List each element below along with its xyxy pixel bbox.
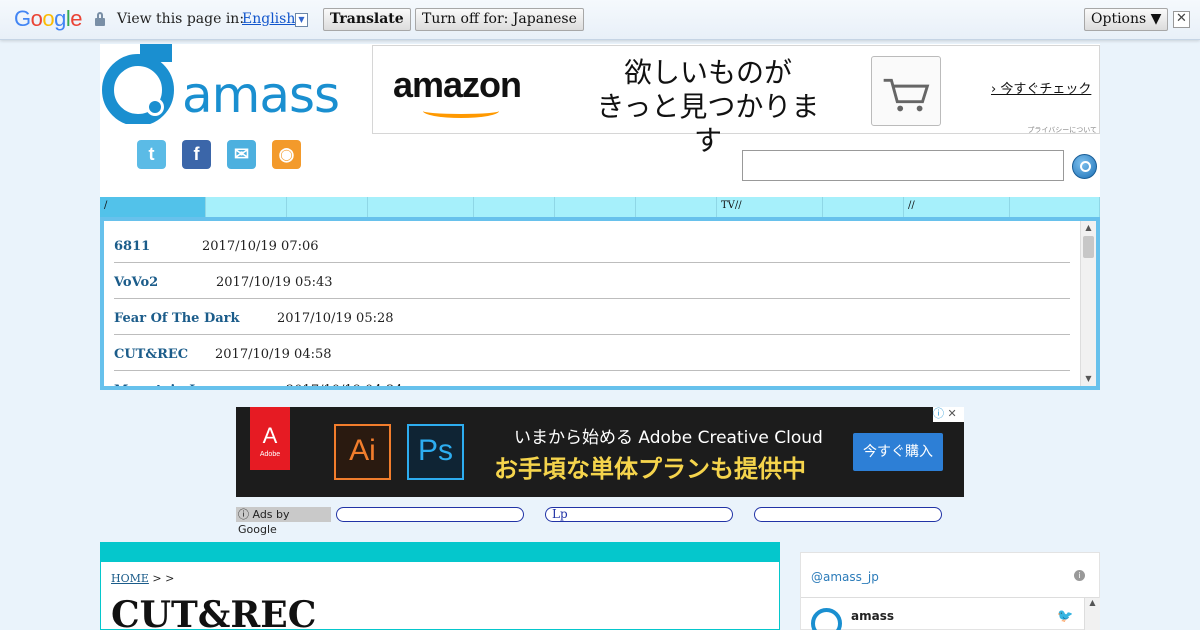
lock-icon <box>95 12 105 26</box>
options-button[interactable]: Options ▼ <box>1084 8 1169 31</box>
news-item[interactable]: Fear Of The Dark 2017/10/19 05:28 <box>114 299 1070 335</box>
article-panel: HOME > > CUT&REC <box>100 562 780 630</box>
news-scrollbar[interactable]: ▲ ▼ <box>1080 221 1096 386</box>
site-header: amass t f ✉ ◉ amazon 欲しいものが きっと見つかります › 今すぐ… <box>100 44 1100 390</box>
search-icon[interactable] <box>1072 154 1097 179</box>
google-logo-letter: o <box>42 6 55 31</box>
ad-link[interactable] <box>336 507 524 522</box>
buy-now-button[interactable]: 今すぐ購入 <box>853 433 943 471</box>
ad-link[interactable] <box>754 507 942 522</box>
breadcrumb-home-link[interactable]: HOME <box>111 572 149 585</box>
news-date: 2017/10/19 04:34 <box>286 383 403 386</box>
turn-off-button[interactable]: Turn off for: Japanese <box>415 8 584 31</box>
nav-item[interactable] <box>636 197 717 217</box>
amazon-ad-banner[interactable]: amazon 欲しいものが きっと見つかります › 今すぐチェック プライバシー… <box>372 45 1100 157</box>
news-title[interactable]: VoVo2 <box>114 275 158 290</box>
news-title[interactable]: Mountain L <box>114 383 198 386</box>
nav-item[interactable]: TV// <box>717 197 823 217</box>
illustrator-icon: Ai <box>334 424 391 480</box>
nav-item[interactable] <box>1010 197 1100 217</box>
google-logo-letter: G <box>14 6 31 31</box>
tweet-user-name[interactable]: amass <box>851 609 894 623</box>
article-header-bar <box>100 542 780 562</box>
search-input[interactable] <box>742 150 1064 181</box>
cart-icon <box>871 56 941 126</box>
google-logo-letter: o <box>30 6 43 31</box>
ads-by-google-label[interactable]: ⓘ Ads by Google <box>236 507 331 536</box>
breadcrumb: HOME > > <box>111 572 174 585</box>
photoshop-icon: Ps <box>407 424 464 480</box>
mail-icon[interactable]: ✉ <box>227 140 256 169</box>
amazon-smile-icon <box>423 104 499 118</box>
nav-item[interactable] <box>368 197 474 217</box>
google-logo-letter: e <box>70 6 83 31</box>
nav-item[interactable]: // <box>904 197 1010 217</box>
news-item[interactable]: 6811 2017/10/19 07:06 <box>114 227 1070 263</box>
main-nav: / TV// // <box>100 197 1100 217</box>
nav-item[interactable] <box>474 197 555 217</box>
chevron-down-icon[interactable]: ▼ <box>295 13 308 27</box>
news-title[interactable]: CUT&REC <box>114 347 188 362</box>
scroll-down-icon[interactable]: ▼ <box>1081 372 1096 386</box>
scroll-up-icon[interactable]: ▲ <box>1081 221 1096 235</box>
news-date: 2017/10/19 04:58 <box>215 347 332 362</box>
ad-choices-icon[interactable]: ⓘ ✕ <box>933 407 964 422</box>
article-title: CUT&REC <box>111 594 317 630</box>
news-date: 2017/10/19 07:06 <box>202 239 319 254</box>
nav-item[interactable] <box>287 197 368 217</box>
translate-button[interactable]: Translate <box>323 8 411 31</box>
ad-link[interactable]: Lp <box>545 507 733 522</box>
amazon-brand: amazon <box>393 64 522 105</box>
translate-prompt: View this page in: <box>117 11 245 27</box>
news-item[interactable]: CUT&REC 2017/10/19 04:58 <box>114 335 1070 371</box>
news-date: 2017/10/19 05:43 <box>216 275 333 290</box>
twitter-icon[interactable]: t <box>137 140 166 169</box>
nav-item[interactable] <box>823 197 904 217</box>
facebook-icon[interactable]: f <box>182 140 211 169</box>
amazon-copy-line2: きっと見つかります <box>596 90 820 157</box>
twitter-handle[interactable]: @amass_jp <box>811 570 879 584</box>
adobe-logo-text: Adobe <box>259 451 281 458</box>
amazon-copy-line1: 欲しいものが <box>623 56 792 89</box>
avatar[interactable] <box>811 608 842 630</box>
rss-icon[interactable]: ◉ <box>272 140 301 169</box>
news-ticker: ▲ ▼ 6811 2017/10/19 07:06 VoVo2 2017/10/19 … <box>100 217 1100 390</box>
widget-scrollbar[interactable]: ▲ <box>1084 598 1100 630</box>
adobe-ad-banner[interactable]: A Adobe Ai Ps いまから始める Adobe Creative Clo… <box>236 407 964 497</box>
google-logo: Google <box>14 6 83 32</box>
amass-logo-icon[interactable] <box>100 44 180 124</box>
news-title[interactable]: Fear Of The Dark <box>114 311 240 326</box>
info-icon[interactable]: i <box>1074 570 1085 581</box>
adobe-subheadline: お手頃な単体プランも提供中 <box>494 455 806 483</box>
scroll-thumb[interactable] <box>1083 236 1094 258</box>
news-date: 2017/10/19 05:28 <box>277 311 394 326</box>
privacy-link[interactable]: プライバシーについて <box>1027 125 1097 135</box>
language-select[interactable]: English <box>242 11 295 27</box>
breadcrumb-separator: > > <box>148 572 175 585</box>
news-item[interactable]: Mountain L 2017/10/19 04:34 <box>114 371 1070 386</box>
twitter-widget: @amass_jp i amass 🐦 ▲ <box>800 552 1100 630</box>
nav-item[interactable]: / <box>100 197 206 217</box>
amazon-cta-link[interactable]: › 今すぐチェック <box>991 78 1091 97</box>
google-logo-letter: g <box>54 6 66 31</box>
close-icon[interactable]: ✕ <box>1173 11 1190 28</box>
translate-bar: Google View this page in: English ▼ Tran… <box>0 0 1200 40</box>
nav-item[interactable] <box>206 197 287 217</box>
adobe-headline: いまから始める Adobe Creative Cloud <box>514 428 823 448</box>
adobe-logo: A Adobe <box>250 407 290 470</box>
site-logo-text[interactable]: amass <box>182 66 340 124</box>
twitter-bird-icon: 🐦 <box>1057 609 1074 624</box>
nav-item[interactable] <box>555 197 636 217</box>
amazon-ad-copy: 欲しいものが きっと見つかります <box>583 56 833 158</box>
news-title[interactable]: 6811 <box>114 239 150 254</box>
news-item[interactable]: VoVo2 2017/10/19 05:43 <box>114 263 1070 299</box>
